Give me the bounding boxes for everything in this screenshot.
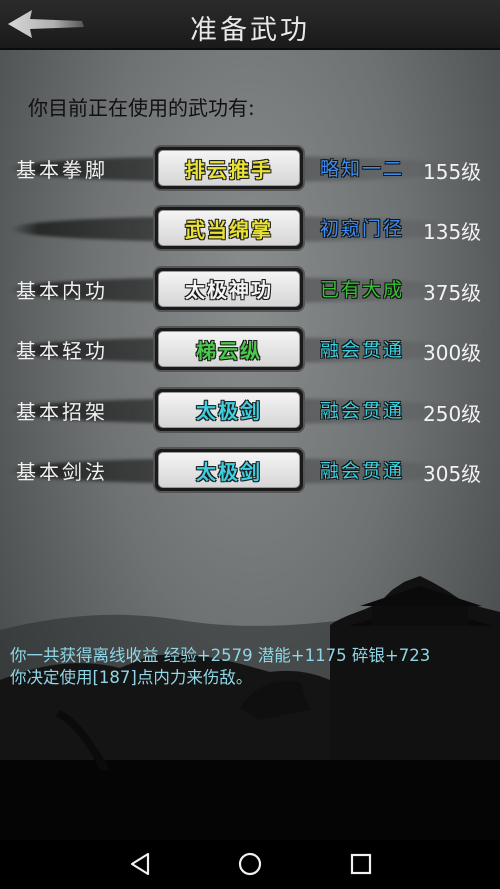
skill-level: 135级 [423,220,482,245]
skill-proficiency: 融会贯通 [320,399,405,422]
nav-home-button[interactable] [230,848,270,880]
skill-name: 太极剑 [158,391,300,428]
skill-button[interactable]: 太极剑 [153,386,305,433]
skill-name: 排云推手 [158,150,300,186]
skill-name: 梯云纵 [158,331,300,368]
skill-category-label: 基本内功 [16,278,108,303]
skill-level: 250级 [423,401,482,426]
page-title: 准备武功 [190,15,310,46]
skill-level: 300级 [423,341,482,366]
system-nav-bar [0,840,500,889]
message-log: 你一共获得离线收益 经验+2579 潜能+1175 碎银+723 你决定使用[1… [10,645,430,689]
skill-button[interactable]: 太极剑 [153,447,305,493]
game-screen: 准备武功 你目前正在使用的武功有: 基本拳脚 排云推手 略知一二 155级武当绵掌 初窥… [0,0,500,840]
skill-button[interactable]: 排云推手 [153,145,305,191]
square-recents-icon [350,853,372,875]
log-line: 你一共获得离线收益 经验+2579 潜能+1175 碎银+723 [10,646,431,665]
skill-proficiency: 融会贯通 [320,339,405,362]
skill-button[interactable]: 武当绵掌 [153,205,305,252]
skill-category-label: 基本轻功 [16,339,108,364]
skill-category-label: 基本剑法 [16,460,108,484]
skill-proficiency: 初窥门径 [320,218,405,241]
skill-proficiency: 略知一二 [320,158,405,180]
nav-recents-button[interactable] [341,848,381,880]
skill-name: 武当绵掌 [158,210,300,247]
circle-home-icon [238,852,262,876]
log-line: 你决定使用[187]点内力来伤敌。 [10,668,253,687]
triangle-back-icon [130,852,150,876]
skill-level: 305级 [423,462,482,486]
skill-button[interactable]: 太极神功 [153,265,305,312]
skill-category-label: 基本拳脚 [16,158,108,182]
skill-level: 375级 [423,280,482,305]
skill-proficiency: 融会贯通 [320,460,405,482]
nav-back-button[interactable] [120,848,160,880]
skill-name: 太极神功 [158,270,300,307]
skill-button[interactable]: 梯云纵 [153,326,305,373]
skill-category-label: 基本招架 [16,399,108,424]
pagoda-silhouette [0,576,500,840]
skill-name: 太极剑 [158,452,300,488]
skill-proficiency: 已有大成 [320,278,405,301]
intro-text: 你目前正在使用的武功有: [28,96,255,120]
skill-level: 155级 [423,160,482,184]
top-bar: 准备武功 [0,0,500,50]
